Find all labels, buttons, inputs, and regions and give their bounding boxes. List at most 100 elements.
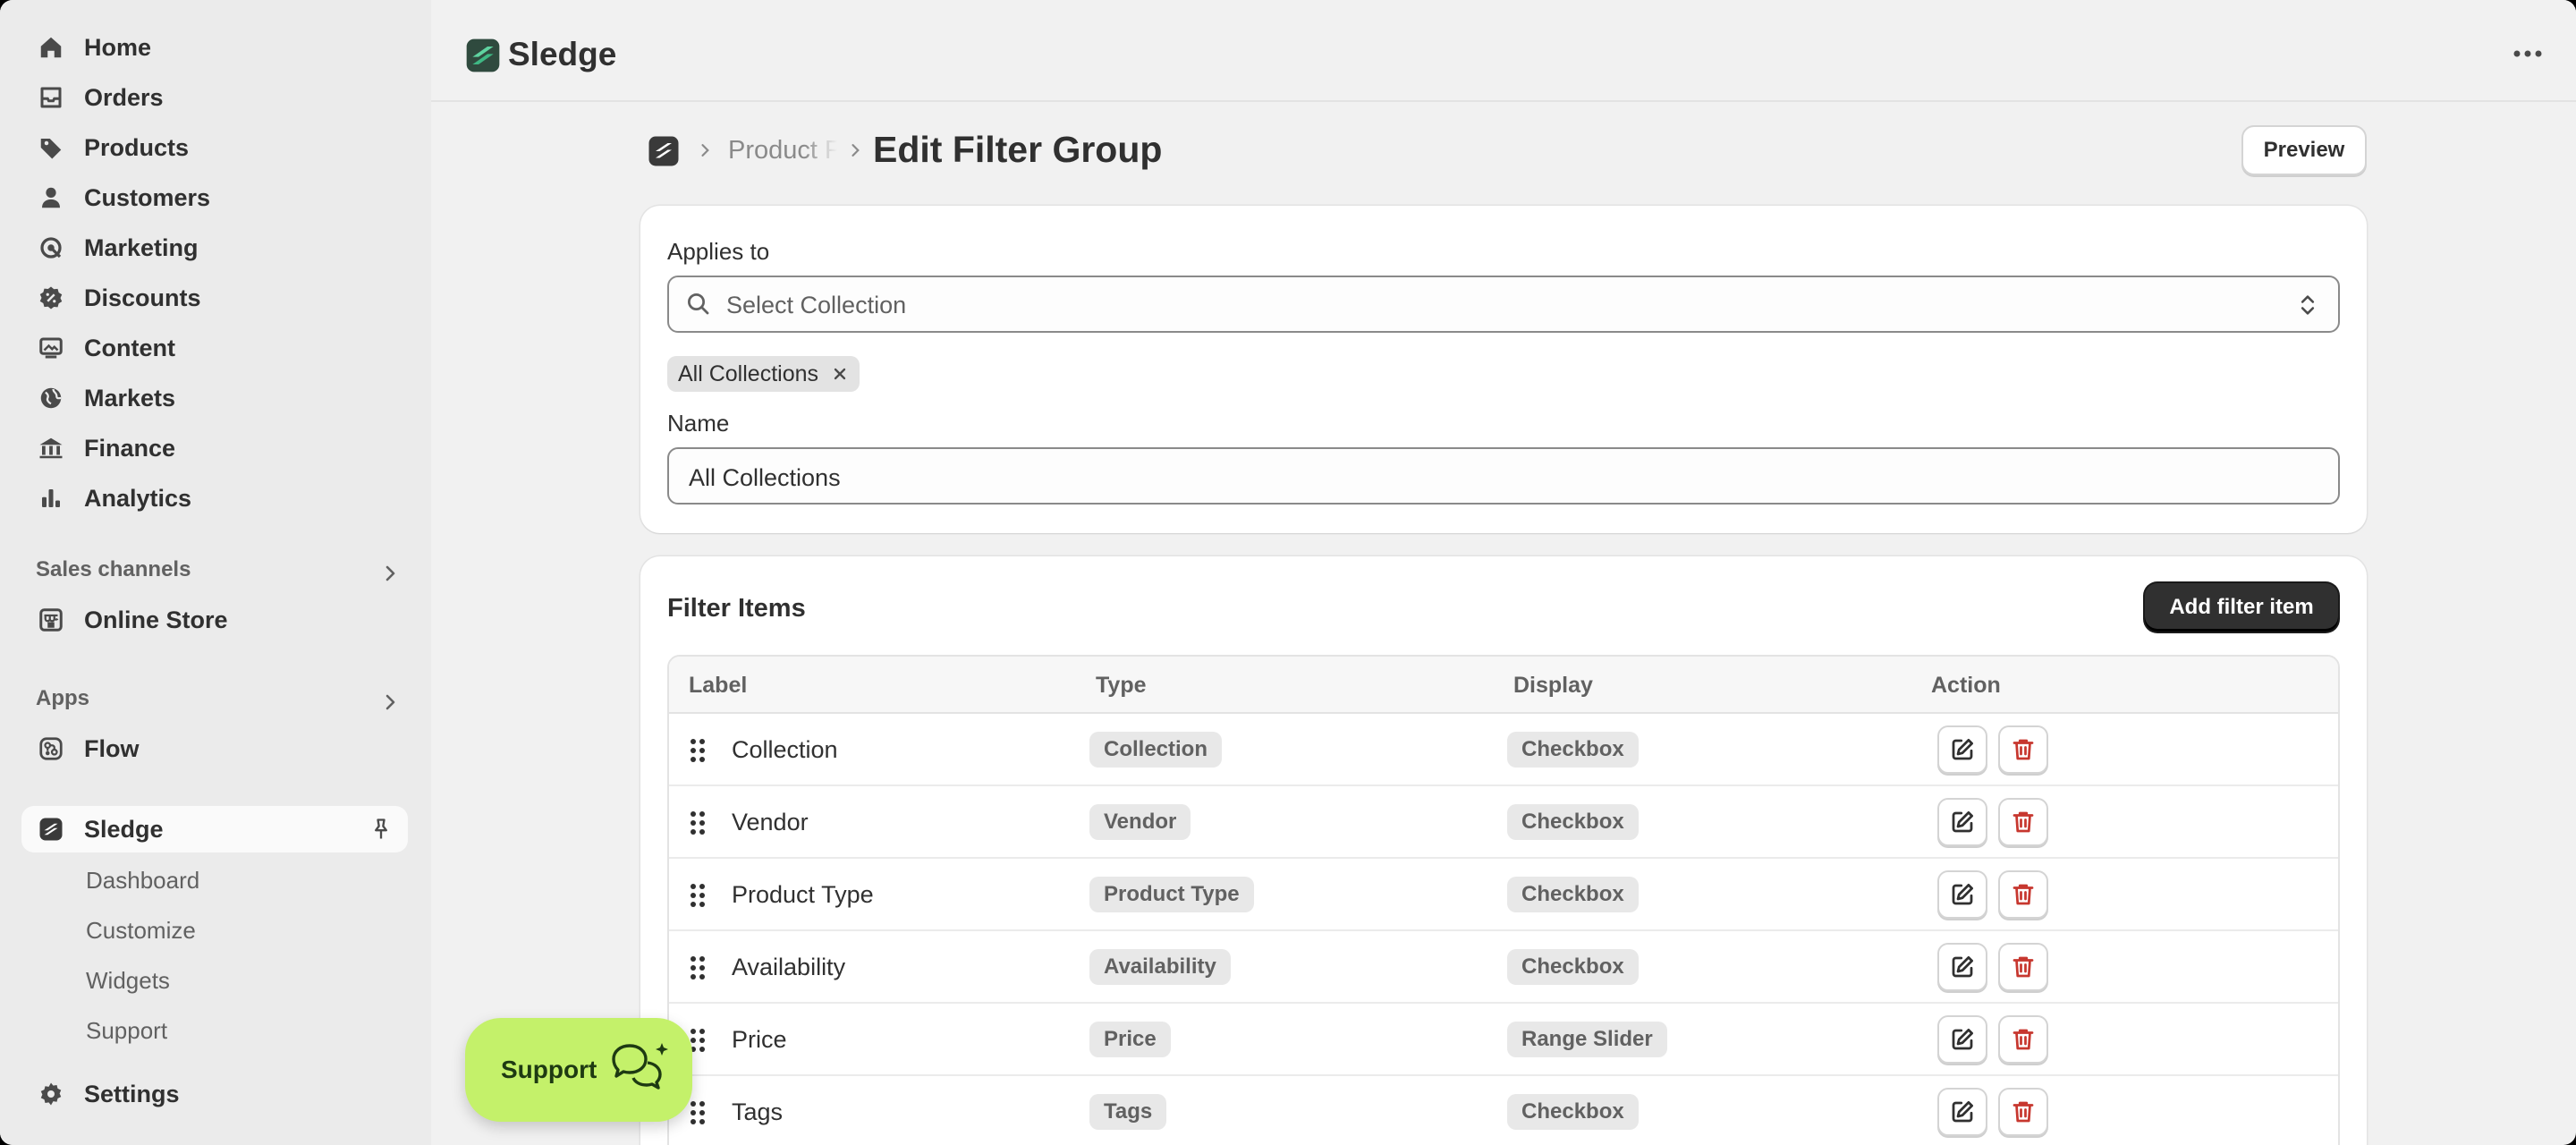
- sidebar-subitem-widgets[interactable]: Widgets: [86, 967, 170, 995]
- delete-button[interactable]: [1998, 725, 2048, 774]
- column-header-type[interactable]: Type: [1096, 673, 1147, 699]
- delete-button[interactable]: [1998, 870, 2048, 919]
- select-collection-combobox[interactable]: Select Collection: [667, 276, 2340, 333]
- sidebar-item-finance[interactable]: Finance: [21, 425, 408, 471]
- name-input[interactable]: All Collections: [667, 447, 2340, 505]
- drag-handle-icon[interactable]: [689, 810, 707, 836]
- app-title: Sledge: [508, 36, 617, 72]
- delete-button[interactable]: [1998, 1015, 2048, 1064]
- applies-to-label: Applies to: [667, 238, 770, 265]
- sidebar-item-content[interactable]: Content: [21, 325, 408, 371]
- row-label: Product Type: [732, 881, 874, 908]
- sidebar-item-home[interactable]: Home: [21, 24, 408, 71]
- row-label: Price: [732, 1026, 787, 1053]
- trash-icon: [2010, 954, 2037, 980]
- name-input-value: All Collections: [689, 464, 841, 491]
- trash-icon: [2010, 736, 2037, 763]
- globe-icon: [36, 383, 66, 413]
- table-row: Collection Collection Checkbox: [669, 714, 2338, 786]
- drag-handle-icon[interactable]: [689, 737, 707, 764]
- discount-icon: [36, 283, 66, 313]
- row-label: Availability: [732, 954, 846, 980]
- drag-handle-icon[interactable]: [689, 954, 707, 981]
- sidebar-item-products[interactable]: Products: [21, 124, 408, 171]
- store-icon: [36, 605, 66, 635]
- sidebar-item-label: Customers: [84, 183, 211, 211]
- sidebar-subitem-dashboard[interactable]: Dashboard: [86, 867, 199, 895]
- home-icon: [36, 32, 66, 63]
- preview-button[interactable]: Preview: [2241, 125, 2367, 175]
- support-label: Support: [501, 1056, 597, 1083]
- person-icon: [36, 182, 66, 213]
- row-label: Collection: [732, 736, 838, 763]
- chevron-right-icon[interactable]: [379, 691, 401, 713]
- sidebar-subitem-customize[interactable]: Customize: [86, 917, 196, 945]
- chat-bubbles-icon: [612, 1043, 668, 1090]
- sidebar-item-label: Flow: [84, 734, 140, 762]
- inbox-icon: [36, 82, 66, 113]
- sidebar-item-customers[interactable]: Customers: [21, 174, 408, 221]
- sidebar-item-settings[interactable]: Settings: [21, 1071, 408, 1117]
- sidebar: Home Orders Products Customers Marketing: [0, 0, 431, 1145]
- sidebar-item-label: Content: [84, 334, 175, 361]
- drag-handle-icon[interactable]: [689, 1099, 707, 1126]
- app-topbar: Sledge: [431, 0, 2576, 102]
- sledge-logo-icon: [36, 814, 66, 844]
- sidebar-item-label: Home: [84, 33, 152, 61]
- sidebar-subitem-support[interactable]: Support: [86, 1017, 167, 1045]
- row-type-badge: Collection: [1089, 732, 1223, 768]
- sidebar-item-analytics[interactable]: Analytics: [21, 475, 408, 522]
- trash-icon: [2010, 1026, 2037, 1053]
- sidebar-item-label: Orders: [84, 83, 164, 111]
- delete-button[interactable]: [1998, 943, 2048, 991]
- breadcrumb-home-icon[interactable]: [648, 135, 680, 167]
- edit-icon: [1949, 809, 1976, 835]
- filter-items-table: Label Type Display Action Collection Coll…: [667, 655, 2340, 1145]
- sidebar-item-online-store[interactable]: Online Store: [21, 597, 408, 643]
- edit-button[interactable]: [1937, 943, 1987, 991]
- row-type-badge: Tags: [1089, 1094, 1167, 1130]
- delete-button[interactable]: [1998, 1088, 2048, 1136]
- sidebar-item-label: Products: [84, 133, 190, 161]
- sidebar-item-label: Settings: [84, 1080, 180, 1107]
- row-display-badge: Checkbox: [1507, 1094, 1639, 1130]
- image-icon: [36, 333, 66, 363]
- edit-button[interactable]: [1937, 725, 1987, 774]
- delete-button[interactable]: [1998, 798, 2048, 846]
- edit-icon: [1949, 954, 1976, 980]
- sledge-logo-icon: [466, 38, 500, 72]
- sidebar-item-sledge[interactable]: Sledge: [21, 806, 408, 852]
- sidebar-item-markets[interactable]: Markets: [21, 375, 408, 421]
- search-icon: [688, 293, 709, 315]
- column-header-display[interactable]: Display: [1513, 673, 1593, 699]
- add-filter-item-button[interactable]: Add filter item: [2145, 583, 2338, 632]
- drag-handle-icon[interactable]: [689, 882, 707, 909]
- sidebar-item-discounts[interactable]: Discounts: [21, 275, 408, 321]
- sidebar-item-label: Sledge: [84, 815, 164, 843]
- support-chat-button[interactable]: Support: [465, 1018, 692, 1122]
- sidebar-item-marketing[interactable]: Marketing: [21, 225, 408, 271]
- pin-icon[interactable]: [369, 817, 394, 842]
- row-label: Tags: [732, 1098, 784, 1125]
- row-display-badge: Checkbox: [1507, 804, 1639, 840]
- edit-button[interactable]: [1937, 1015, 1987, 1064]
- edit-button[interactable]: [1937, 1088, 1987, 1136]
- sidebar-item-label: Analytics: [84, 484, 192, 512]
- column-header-label[interactable]: Label: [689, 673, 747, 699]
- column-header-action: Action: [1931, 673, 2001, 698]
- trash-icon: [2010, 1098, 2037, 1125]
- row-display-badge: Checkbox: [1507, 732, 1639, 768]
- table-row: Product Type Product Type Checkbox: [669, 859, 2338, 931]
- table-row: Vendor Vendor Checkbox: [669, 786, 2338, 859]
- sidebar-item-flow[interactable]: Flow: [21, 725, 408, 772]
- edit-button[interactable]: [1937, 870, 1987, 919]
- sidebar-item-label: Finance: [84, 434, 176, 462]
- chevron-up-down-icon: [2301, 295, 2315, 315]
- breadcrumb-link[interactable]: Product Filters: [728, 136, 837, 165]
- remove-tag-icon[interactable]: [831, 365, 849, 383]
- more-options-icon[interactable]: [2510, 41, 2546, 66]
- sidebar-item-orders[interactable]: Orders: [21, 74, 408, 121]
- edit-button[interactable]: [1937, 798, 1987, 846]
- chevron-right-icon[interactable]: [379, 563, 401, 584]
- table-row: Price Price Range Slider: [669, 1004, 2338, 1076]
